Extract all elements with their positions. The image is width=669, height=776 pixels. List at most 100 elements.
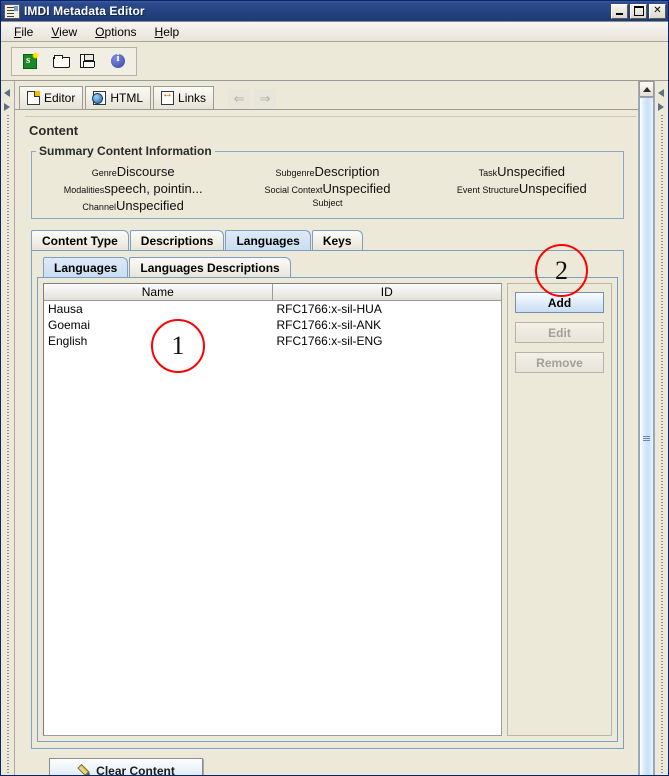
languages-subtab-bar: Languages Languages Descriptions	[43, 256, 618, 277]
menu-file[interactable]: File	[5, 23, 42, 41]
summary-field-subgenre: Subgenre Description	[230, 164, 424, 179]
menu-bar: File View Options Help	[1, 22, 668, 42]
menu-options[interactable]: Options	[86, 23, 145, 41]
split-grip	[7, 115, 9, 775]
save-button[interactable]	[74, 49, 100, 74]
table-row[interactable]: Goemai RFC1766:x-sil-ANK	[44, 317, 501, 333]
summary-value-channel: Unspecified	[115, 198, 184, 213]
column-header-id[interactable]: ID	[272, 284, 501, 301]
right-split-expand-icon[interactable]	[658, 103, 664, 111]
tab-editor[interactable]: Editor	[19, 86, 84, 109]
right-split-grip	[661, 115, 663, 775]
maximize-button[interactable]	[630, 3, 647, 19]
open-folder-icon	[53, 55, 70, 68]
summary-label-subgenre: Subgenre	[275, 168, 315, 178]
edit-button[interactable]: Edit	[515, 322, 604, 343]
new-button[interactable]	[17, 49, 43, 74]
save-floppy-icon	[80, 54, 95, 68]
summary-label-channel: Channel	[82, 202, 116, 212]
table-row[interactable]: English RFC1766:x-sil-ENG	[44, 333, 501, 349]
table-row[interactable]: Hausa RFC1766:x-sil-HUA	[44, 301, 501, 317]
window-title: IMDI Metadata Editor	[24, 4, 145, 18]
tab-editor-label: Editor	[44, 91, 76, 105]
back-button[interactable]: ⇐	[228, 89, 251, 109]
tab-html[interactable]: HTML	[85, 86, 152, 109]
scroll-up-button[interactable]	[639, 81, 654, 97]
summary-label-modalities: Modalities	[63, 185, 105, 195]
scrollbar-track[interactable]	[639, 97, 654, 775]
summary-field-empty	[425, 198, 619, 213]
summary-value-task: Unspecified	[497, 164, 566, 179]
subtab-languages-descriptions[interactable]: Languages Descriptions	[129, 257, 291, 277]
summary-field-modalities: Modalities speech, pointin...	[36, 181, 230, 196]
forward-arrow-icon: ⇒	[259, 91, 271, 106]
page-icon	[27, 91, 40, 105]
summary-field-social-context: Social Context Unspecified	[230, 181, 424, 196]
content-tab-bar: Content Type Descriptions Languages Keys	[31, 229, 636, 250]
forward-button[interactable]: ⇒	[254, 89, 277, 109]
menu-view-rest: iew	[59, 24, 78, 39]
menu-file-rest: ile	[21, 24, 34, 39]
menu-help[interactable]: Help	[146, 23, 189, 41]
summary-label-subject: Subject	[312, 198, 343, 208]
summary-field-event-structure: Event Structure Unspecified	[425, 181, 619, 196]
summary-value-genre: Discourse	[116, 164, 175, 179]
languages-tab-panel: Languages Languages Descriptions Name ID…	[31, 250, 624, 749]
summary-field-subject: Subject	[230, 198, 424, 213]
subtab-languages-label: Languages	[54, 260, 118, 275]
back-arrow-icon: ⇐	[233, 91, 245, 106]
summary-field-channel: Channel Unspecified	[36, 198, 230, 213]
summary-field-task: Task Unspecified	[425, 164, 619, 179]
subtab-languages-descriptions-label: Languages Descriptions	[140, 260, 280, 275]
tab-content-type-label: Content Type	[42, 233, 118, 248]
menu-help-rest: elp	[163, 24, 180, 39]
window-controls: ✕	[611, 3, 666, 19]
info-button[interactable]	[105, 49, 131, 74]
menu-options-rest: ptions	[104, 24, 137, 39]
scrollbar-thumb[interactable]	[639, 97, 654, 775]
nav-buttons: ⇐ ⇒	[228, 87, 277, 109]
cell-id: RFC1766:x-sil-HUA	[276, 302, 382, 316]
page-title: Content	[29, 123, 79, 138]
open-button[interactable]	[48, 49, 74, 74]
vertical-scrollbar[interactable]	[638, 81, 654, 775]
clear-content-button[interactable]: Clear Content	[49, 757, 203, 775]
tab-descriptions-label: Descriptions	[140, 233, 214, 248]
tab-languages[interactable]: Languages	[225, 230, 311, 250]
editor-inner: Content Summary Content Information Genr…	[25, 116, 636, 775]
remove-button-label: Remove	[536, 355, 583, 370]
table-header-row: Name ID	[44, 284, 501, 301]
column-header-name[interactable]: Name	[44, 284, 273, 301]
minimize-button[interactable]	[611, 3, 628, 19]
remove-button[interactable]: Remove	[515, 352, 604, 373]
pencil-icon	[75, 763, 92, 775]
right-split-collapse-icon[interactable]	[658, 89, 664, 97]
cell-name: English	[48, 334, 88, 348]
tab-keys[interactable]: Keys	[311, 230, 363, 250]
close-icon: ✕	[653, 5, 662, 16]
edit-button-label: Edit	[548, 325, 571, 340]
menu-view[interactable]: View	[42, 23, 86, 41]
summary-value-social-context: Unspecified	[322, 181, 391, 196]
close-button[interactable]: ✕	[649, 3, 666, 19]
tab-descriptions[interactable]: Descriptions	[129, 230, 225, 250]
split-expand-right-icon[interactable]	[4, 103, 10, 111]
view-tab-bar: Editor HTML Links ⇐ ⇒	[15, 81, 638, 109]
cell-name: Goemai	[48, 318, 91, 332]
summary-label-event-structure: Event Structure	[456, 185, 519, 195]
links-arrow-icon	[161, 88, 175, 105]
right-split-divider[interactable]	[654, 81, 668, 775]
languages-table[interactable]: Name ID Hausa RFC1766:x-sil-HUA Goemai R…	[43, 283, 502, 736]
summary-field-genre: Genre Discourse	[36, 164, 230, 179]
subtab-languages[interactable]: Languages	[43, 257, 129, 277]
tab-content-type[interactable]: Content Type	[31, 230, 129, 250]
add-button[interactable]: Add	[515, 292, 604, 313]
info-icon	[111, 52, 125, 68]
summary-label-genre: Genre	[91, 168, 117, 178]
left-split-divider[interactable]	[1, 81, 15, 775]
toolbar	[11, 46, 137, 76]
tab-links[interactable]: Links	[153, 86, 215, 109]
split-collapse-left-icon[interactable]	[4, 89, 10, 97]
tab-keys-label: Keys	[322, 233, 352, 248]
table-action-panel: Add Edit Remove	[507, 283, 612, 736]
